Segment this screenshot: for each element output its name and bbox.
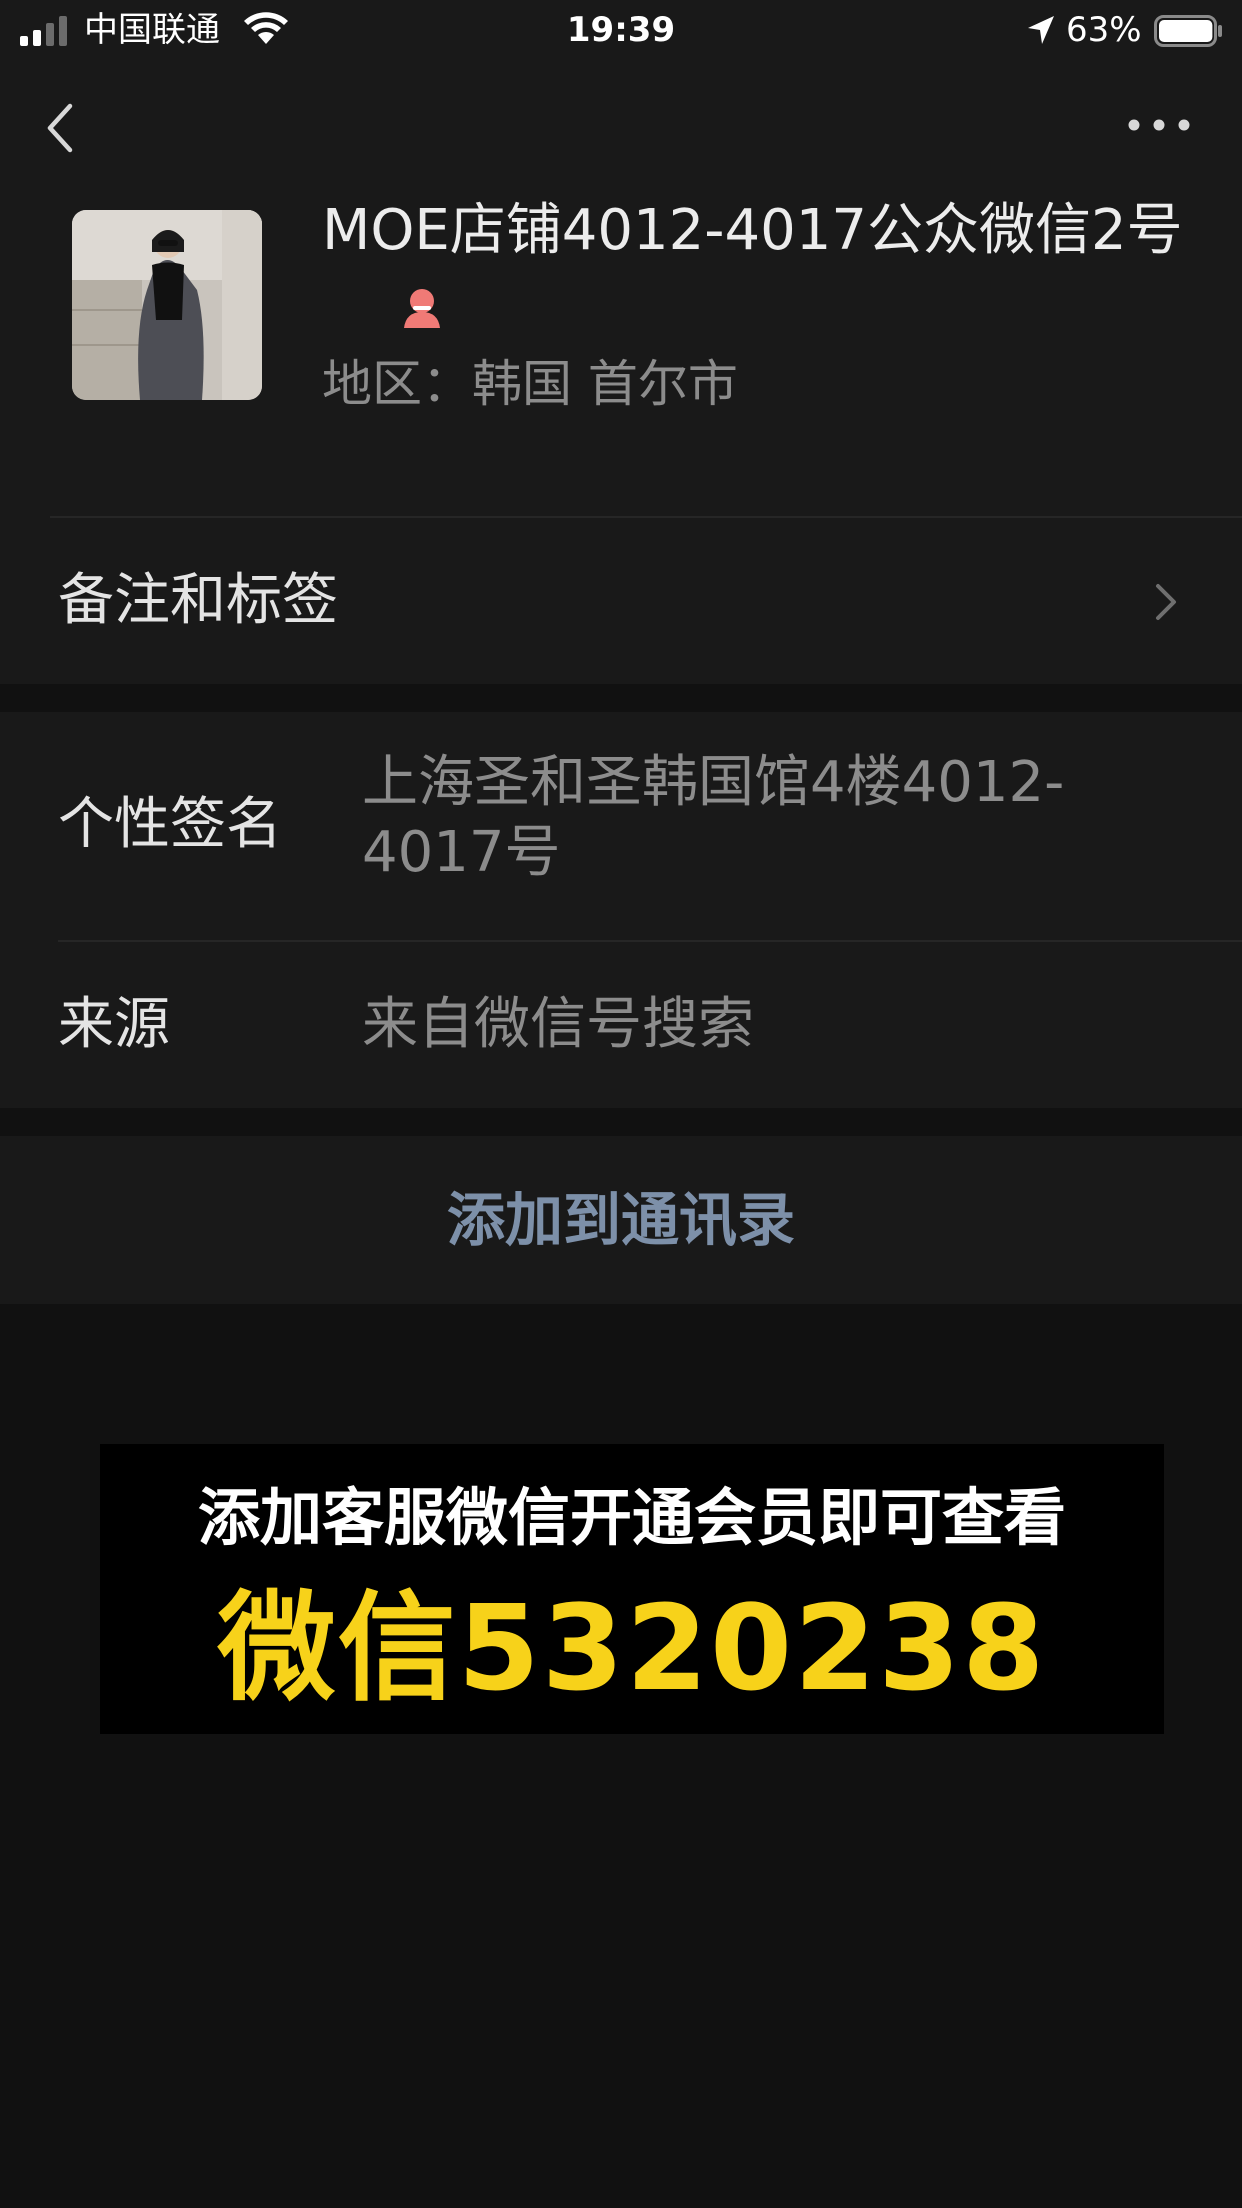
section-gap bbox=[0, 684, 1242, 712]
profile-name-text: MOE店铺4012-4017公众微信2号 bbox=[322, 198, 1183, 263]
navigation-bar bbox=[0, 62, 1242, 194]
status-bar: 中国联通 19:39 63% bbox=[0, 0, 1242, 62]
info-section: 个性签名 上海圣和圣韩国馆4楼4012-4017号 来源 来自微信号搜索 bbox=[0, 712, 1242, 1108]
contact-profile-page: 中国联通 19:39 63% MOE店铺4012-4017公众微信2号 地区：韩… bbox=[0, 0, 1242, 2208]
remark-and-tags-row[interactable]: 备注和标签 bbox=[0, 518, 1242, 684]
battery-percent: 63% bbox=[1066, 10, 1142, 50]
location-arrow-icon bbox=[1028, 16, 1054, 44]
remark-and-tags-label: 备注和标签 bbox=[58, 568, 338, 633]
promo-wechat-id: 微信5320238 bbox=[217, 1579, 1047, 1717]
female-icon bbox=[404, 288, 440, 328]
promo-banner: 添加客服微信开通会员即可查看 微信5320238 bbox=[100, 1444, 1164, 1734]
avatar[interactable] bbox=[72, 210, 262, 400]
profile-header: MOE店铺4012-4017公众微信2号 地区：韩国 首尔市 备注和标签 bbox=[0, 194, 1242, 684]
profile-name: MOE店铺4012-4017公众微信2号 bbox=[322, 194, 1202, 342]
promo-text: 添加客服微信开通会员即可查看 bbox=[197, 1481, 1066, 1554]
signature-label: 个性签名 bbox=[58, 792, 282, 857]
section-gap bbox=[0, 1108, 1242, 1136]
chevron-right-icon bbox=[1156, 584, 1176, 620]
source-label: 来源 bbox=[58, 992, 170, 1057]
battery-icon bbox=[1154, 15, 1222, 47]
signature-value: 上海圣和圣韩国馆4楼4012-4017号 bbox=[362, 750, 1065, 885]
add-to-contacts-label: 添加到通讯录 bbox=[446, 1186, 795, 1254]
source-value: 来自微信号搜索 bbox=[362, 992, 754, 1057]
divider bbox=[58, 940, 1242, 942]
more-button[interactable] bbox=[1126, 110, 1192, 140]
back-button[interactable] bbox=[40, 98, 90, 158]
region-text: 地区：韩国 首尔市 bbox=[322, 355, 738, 413]
add-to-contacts-button[interactable]: 添加到通讯录 bbox=[0, 1136, 1242, 1304]
